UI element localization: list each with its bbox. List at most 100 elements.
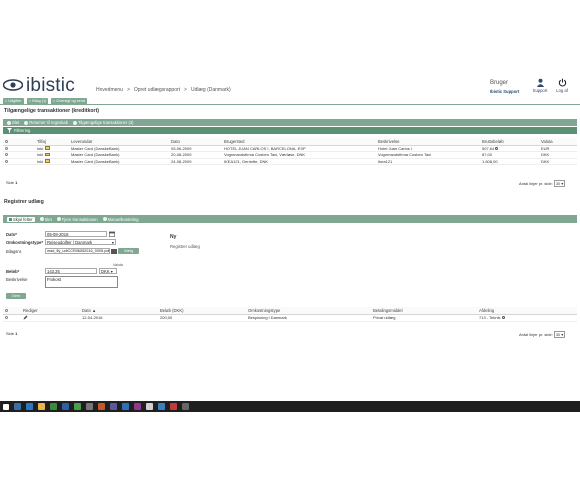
onenote-icon[interactable]	[110, 403, 117, 410]
expenses-header-row: Rediger Dato ▲ Beløb (DKK) Omkostningsty…	[3, 307, 577, 315]
word-icon[interactable]	[62, 403, 69, 410]
col-amount[interactable]: Bruttobeløb	[480, 138, 539, 146]
page-number[interactable]: 1	[15, 331, 17, 336]
filter-bar[interactable]: Filtrering	[3, 127, 577, 134]
explorer-icon[interactable]	[14, 403, 21, 410]
wizard-tabs: < Udgifter > Bilag (1) > Oversigt og sen…	[0, 98, 580, 105]
table-row[interactable]: inkl. Master Card (DanskeBank) 20-08-200…	[3, 151, 577, 159]
col-department[interactable]: Afdeling	[477, 307, 577, 315]
start-icon[interactable]	[3, 403, 9, 410]
row-checkbox[interactable]	[5, 153, 8, 157]
save-button[interactable]: Gem	[6, 293, 26, 299]
receipt-icon[interactable]	[495, 146, 499, 150]
delete-expense-button[interactable]: Slet	[39, 216, 52, 222]
tab-expenses[interactable]: < Udgifter	[3, 98, 24, 104]
cell-cost-type: Bespisning i Danmark	[246, 314, 371, 322]
col-date[interactable]: Dato ▲	[80, 307, 158, 315]
user-name: Ibistic Support	[490, 89, 520, 94]
date-label: Dato*	[6, 232, 17, 237]
amount-input[interactable]: 143,25	[45, 268, 97, 274]
folder-icon[interactable]	[38, 403, 45, 410]
ie-icon[interactable]	[26, 403, 33, 410]
cell-description: Ikea121	[376, 158, 480, 165]
per-page-label: Antal linjer pr. side:	[519, 332, 553, 337]
available-transactions-button[interactable]: Tilgængelige transaktioner (3)	[73, 120, 134, 125]
attachment-icon[interactable]	[111, 249, 117, 254]
breadcrumb-create-report[interactable]: Opret udlægsrapport	[134, 87, 180, 93]
breadcrumb: Hovedmenu > Opret udlægsrapport > Udlæg …	[96, 87, 231, 93]
expense-form: Dato* 05-08-2016 Omkostningstype* Rejseu…	[3, 224, 577, 306]
table-row[interactable]: inkl. Master Card (DanskeBank) 05-06-200…	[3, 145, 577, 152]
app-icon[interactable]	[182, 403, 189, 410]
delete-label: Slet	[44, 216, 52, 222]
col-add[interactable]: Tilføj	[35, 138, 69, 146]
add-link[interactable]: inkl.	[37, 146, 44, 151]
add-link[interactable]: inkl.	[37, 152, 44, 157]
date-input[interactable]: 05-08-2016	[45, 231, 107, 237]
page-number[interactable]: 1	[15, 180, 17, 185]
hide-fields-button[interactable]: Skjul felter	[7, 216, 35, 222]
col-cost-type[interactable]: Omkostningstype	[246, 307, 371, 315]
col-vendor[interactable]: Leverandør	[69, 138, 169, 146]
per-page-select[interactable]: 30 ▾	[553, 180, 566, 187]
user-area: Bruger Ibistic Support Support Log af	[490, 78, 572, 96]
logout-button[interactable]: Log af	[554, 78, 570, 93]
per-page-select[interactable]: 30 ▾	[553, 331, 566, 338]
breadcrumb-main-menu[interactable]: Hovedmenu	[96, 87, 123, 93]
logo[interactable]: ibistic	[3, 74, 75, 96]
remove-transaction-button[interactable]: Fjern transaktionen	[56, 217, 98, 222]
select-all-checkbox[interactable]	[5, 308, 8, 312]
cell-currency: DKK	[539, 158, 577, 165]
row-checkbox[interactable]	[5, 316, 8, 319]
edit-pencil-icon[interactable]	[23, 315, 28, 320]
col-payment[interactable]: Betalingsmiddel	[371, 307, 477, 315]
choose-attachment-button[interactable]: Vælg	[118, 248, 139, 254]
row-checkbox[interactable]	[5, 159, 8, 163]
col-date-label: Dato	[82, 307, 91, 313]
table-row[interactable]: inkl. Master Card (DanskeBank) 24-08-200…	[3, 158, 577, 165]
col-edit[interactable]: Rediger	[21, 307, 80, 315]
chevron-down-icon: ▾	[111, 240, 114, 245]
cost-type-select[interactable]: Rejseudgifter / Danmark ▾	[45, 239, 116, 245]
add-link[interactable]: inkl.	[37, 159, 44, 164]
select-all-header[interactable]	[3, 307, 21, 315]
status-subtitle: Registrer udlæg	[170, 244, 200, 249]
attachment-label: Bilagsnr.	[6, 249, 23, 254]
acrobat-icon[interactable]	[170, 403, 177, 410]
row-checkbox[interactable]	[5, 146, 8, 150]
col-currency[interactable]: Valuta	[539, 138, 577, 146]
transactions-table-wrap: Tilføj Leverandør Dato Brugersted Beskri…	[3, 138, 577, 165]
col-place[interactable]: Brugersted	[222, 138, 376, 146]
app-icon[interactable]	[146, 403, 153, 410]
tab-attachments[interactable]: > Bilag (1)	[27, 98, 49, 104]
currency-select[interactable]: DKK ▾	[99, 268, 117, 274]
delete-icon	[7, 120, 11, 125]
description-textarea[interactable]: Frokost	[45, 276, 118, 288]
posting-icon	[102, 217, 107, 221]
app-icon[interactable]	[134, 403, 141, 410]
col-date[interactable]: Dato	[169, 138, 222, 146]
excel-icon[interactable]	[50, 403, 57, 410]
expenses-pager: Side 1	[6, 331, 17, 336]
app-icon[interactable]	[158, 403, 165, 410]
outlook-icon[interactable]	[122, 403, 129, 410]
col-description[interactable]: Beskrivelse	[376, 138, 480, 146]
expenses-table-wrap: Rediger Dato ▲ Beløb (DKK) Omkostningsty…	[3, 307, 577, 322]
delete-transaction-button[interactable]: Slet	[7, 120, 19, 125]
col-amount[interactable]: Beløb (DKK)	[158, 307, 246, 315]
receipt-icon[interactable]	[501, 316, 505, 319]
select-all-header[interactable]	[3, 138, 35, 146]
powerpoint-icon[interactable]	[98, 403, 105, 410]
return-to-accounting-button[interactable]: Returner til regnskab	[24, 120, 68, 125]
table-row[interactable]: 12-04-2016 200,00 Bespisning i Danmark P…	[3, 314, 577, 322]
chrome-icon[interactable]	[74, 403, 81, 410]
support-button[interactable]: Support	[532, 78, 548, 93]
cell-date: 24-08-2009	[169, 158, 222, 165]
select-all-checkbox[interactable]	[5, 139, 8, 143]
manual-posting-button[interactable]: Manuelkontering	[102, 217, 139, 222]
attachment-input[interactable]: mad_fly_udlCCR06052016_0005.pdf	[45, 248, 110, 254]
calendar-icon[interactable]	[109, 231, 115, 237]
tab-overview-send[interactable]: > Oversigt og send	[51, 98, 87, 104]
filter-icon	[7, 128, 12, 133]
app-icon[interactable]	[86, 403, 93, 410]
